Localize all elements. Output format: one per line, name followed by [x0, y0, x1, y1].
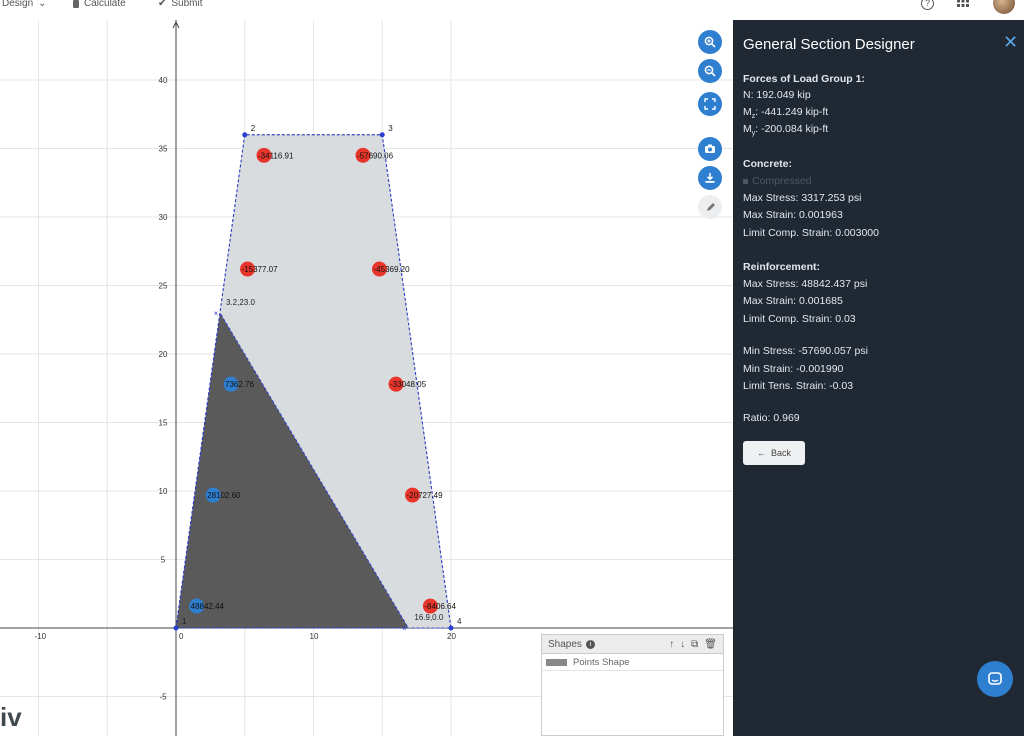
reinf-max-stress: Max Stress: 48842.437 psi: [743, 278, 868, 290]
design-menu[interactable]: Design ⌄: [2, 0, 47, 9]
zoom-in-button[interactable]: [698, 30, 722, 54]
design-menu-label: Design: [2, 0, 34, 9]
results-panel: General Section Designer ✕ Forces of Loa…: [733, 20, 1024, 736]
shapes-panel: Shapes i ↑ ↓ ⧉ 🗑︎ Points Shape: [541, 634, 724, 736]
calculate-label: Calculate: [84, 0, 126, 9]
panel-title: General Section Designer: [743, 36, 915, 53]
chat-button[interactable]: [977, 661, 1013, 697]
y-tick-label: 25: [159, 282, 168, 291]
y-tick-label: 20: [159, 350, 168, 359]
y-tick-label: 5: [161, 556, 166, 565]
back-button[interactable]: ← Back: [743, 441, 805, 465]
zoom-out-button[interactable]: [698, 59, 722, 83]
rebar-stress-label: -45369.20: [374, 265, 411, 274]
shape-color-swatch: [546, 658, 567, 666]
back-label: Back: [770, 448, 791, 458]
shapes-panel-header: Shapes i ↑ ↓ ⧉ 🗑︎: [542, 635, 723, 654]
rebar-stress-label: -57690.06: [357, 151, 394, 160]
ratio-value: Ratio: 0.969: [743, 412, 800, 424]
rebar-stress-label: -8406.64: [424, 602, 456, 611]
vertex-marker: [448, 625, 454, 631]
screenshot-button[interactable]: [698, 137, 722, 161]
logo: iv: [0, 702, 22, 732]
y-tick-label: 40: [159, 76, 168, 85]
section-canvas[interactable]: -10 0 10 20 -5 5 10 15 20 25 30 35 40 1 2 3 4 × 3.2,23.0 × 1…: [0, 20, 733, 736]
reinf-min-stress: Min Stress: -57690.057 psi: [743, 345, 868, 357]
camera-icon: [705, 144, 715, 153]
moment-z: Mz: -441.249 kip-ft: [743, 106, 829, 121]
axial-force: N: 192.049 kip: [743, 89, 811, 101]
y-tick-label: 15: [159, 419, 168, 428]
avatar[interactable]: [993, 0, 1015, 14]
download-button[interactable]: [698, 166, 722, 190]
forces-header: Forces of Load Group 1:: [743, 73, 865, 85]
vertex-marker: [379, 132, 385, 138]
y-tick-label: -5: [159, 693, 167, 702]
reinf-limit-comp-strain: Limit Comp. Strain: 0.03: [743, 313, 856, 325]
rebar-stress-label: -34116.91: [258, 151, 294, 160]
move-up-icon[interactable]: ↑: [669, 639, 674, 650]
reinforcement-header: Reinforcement:: [743, 261, 821, 273]
y-tick-label: 10: [159, 487, 168, 496]
close-icon[interactable]: ✕: [1003, 32, 1018, 53]
top-toolbar: Design ⌄ Calculate ✔ Submit ?: [0, 0, 1024, 16]
concrete-header: Concrete:: [743, 158, 793, 170]
rebar-stress-label: 28102.60: [207, 491, 241, 500]
shape-list-item[interactable]: Points Shape: [542, 654, 723, 671]
chevron-down-icon: ⌄: [38, 0, 47, 9]
expand-icon: [704, 98, 716, 110]
calculator-icon: [73, 0, 79, 8]
x-tick-label: -10: [35, 632, 47, 641]
shapes-panel-title: Shapes: [548, 638, 582, 650]
zone-vertex-marker: ×: [214, 309, 219, 318]
rebar-stress-label: -33048.05: [390, 380, 427, 389]
rebar-stress-label: -15377.07: [242, 265, 279, 274]
y-tick-label: 30: [159, 213, 168, 222]
y-tick-label: 35: [159, 145, 168, 154]
compressed-legend: Compressed: [743, 175, 812, 187]
rebar-stress-label: 7362.76: [225, 380, 254, 389]
zone-vertex-label: 3.2,23.0: [226, 298, 255, 307]
submit-label: Submit: [171, 0, 203, 9]
zone-vertex-marker: ×: [402, 624, 407, 633]
vertex-marker: [173, 625, 179, 631]
concrete-max-strain: Max Strain: 0.001963: [743, 209, 843, 221]
rebar-stress-label: -20727.49: [407, 491, 444, 500]
vertex-label: 2: [251, 124, 256, 133]
pencil-icon: [706, 202, 715, 211]
zone-vertex-label: 16.9,0.0: [414, 613, 443, 622]
moment-y: My: -200.084 kip-ft: [743, 123, 829, 138]
zoom-in-icon: [704, 36, 716, 48]
arrow-left-icon: ←: [756, 448, 766, 458]
rebar-stress-label: 48842.44: [191, 602, 225, 611]
apps-grid-icon[interactable]: [956, 0, 970, 11]
fit-view-button[interactable]: [698, 92, 722, 116]
section-plot[interactable]: -10 0 10 20 -5 5 10 15 20 25 30 35 40 1 2 3 4 × 3.2,23.0 × 1…: [0, 20, 733, 736]
info-icon[interactable]: i: [585, 639, 595, 649]
x-tick-label: 20: [447, 632, 456, 641]
vertex-label: 3: [388, 124, 393, 133]
edit-button[interactable]: [698, 195, 722, 219]
vertex-label: 1: [182, 617, 187, 626]
calculate-button[interactable]: Calculate: [73, 0, 126, 9]
zoom-out-icon: [704, 65, 716, 77]
x-tick-label: 10: [310, 632, 319, 641]
copy-icon[interactable]: ⧉: [691, 639, 698, 650]
vertex-marker: [242, 132, 248, 138]
vertex-label: 4: [457, 617, 462, 626]
reinf-min-strain: Min Strain: -0.001990: [743, 363, 844, 375]
shape-name: Points Shape: [573, 656, 630, 668]
reinf-max-strain: Max Strain: 0.001685: [743, 295, 843, 307]
reinf-limit-tens-strain: Limit Tens. Strain: -0.03: [743, 380, 854, 392]
help-icon[interactable]: ?: [921, 0, 934, 10]
download-icon: [705, 173, 715, 183]
delete-icon[interactable]: 🗑︎: [704, 639, 717, 650]
concrete-max-stress: Max Stress: 3317.253 psi: [743, 192, 862, 204]
concrete-limit-strain: Limit Comp. Strain: 0.003000: [743, 227, 879, 239]
x-tick-label: 0: [179, 632, 184, 641]
submit-button[interactable]: ✔ Submit: [158, 0, 203, 9]
move-down-icon[interactable]: ↓: [680, 639, 685, 650]
chat-icon: [988, 672, 1002, 685]
check-icon: ✔: [158, 0, 167, 9]
